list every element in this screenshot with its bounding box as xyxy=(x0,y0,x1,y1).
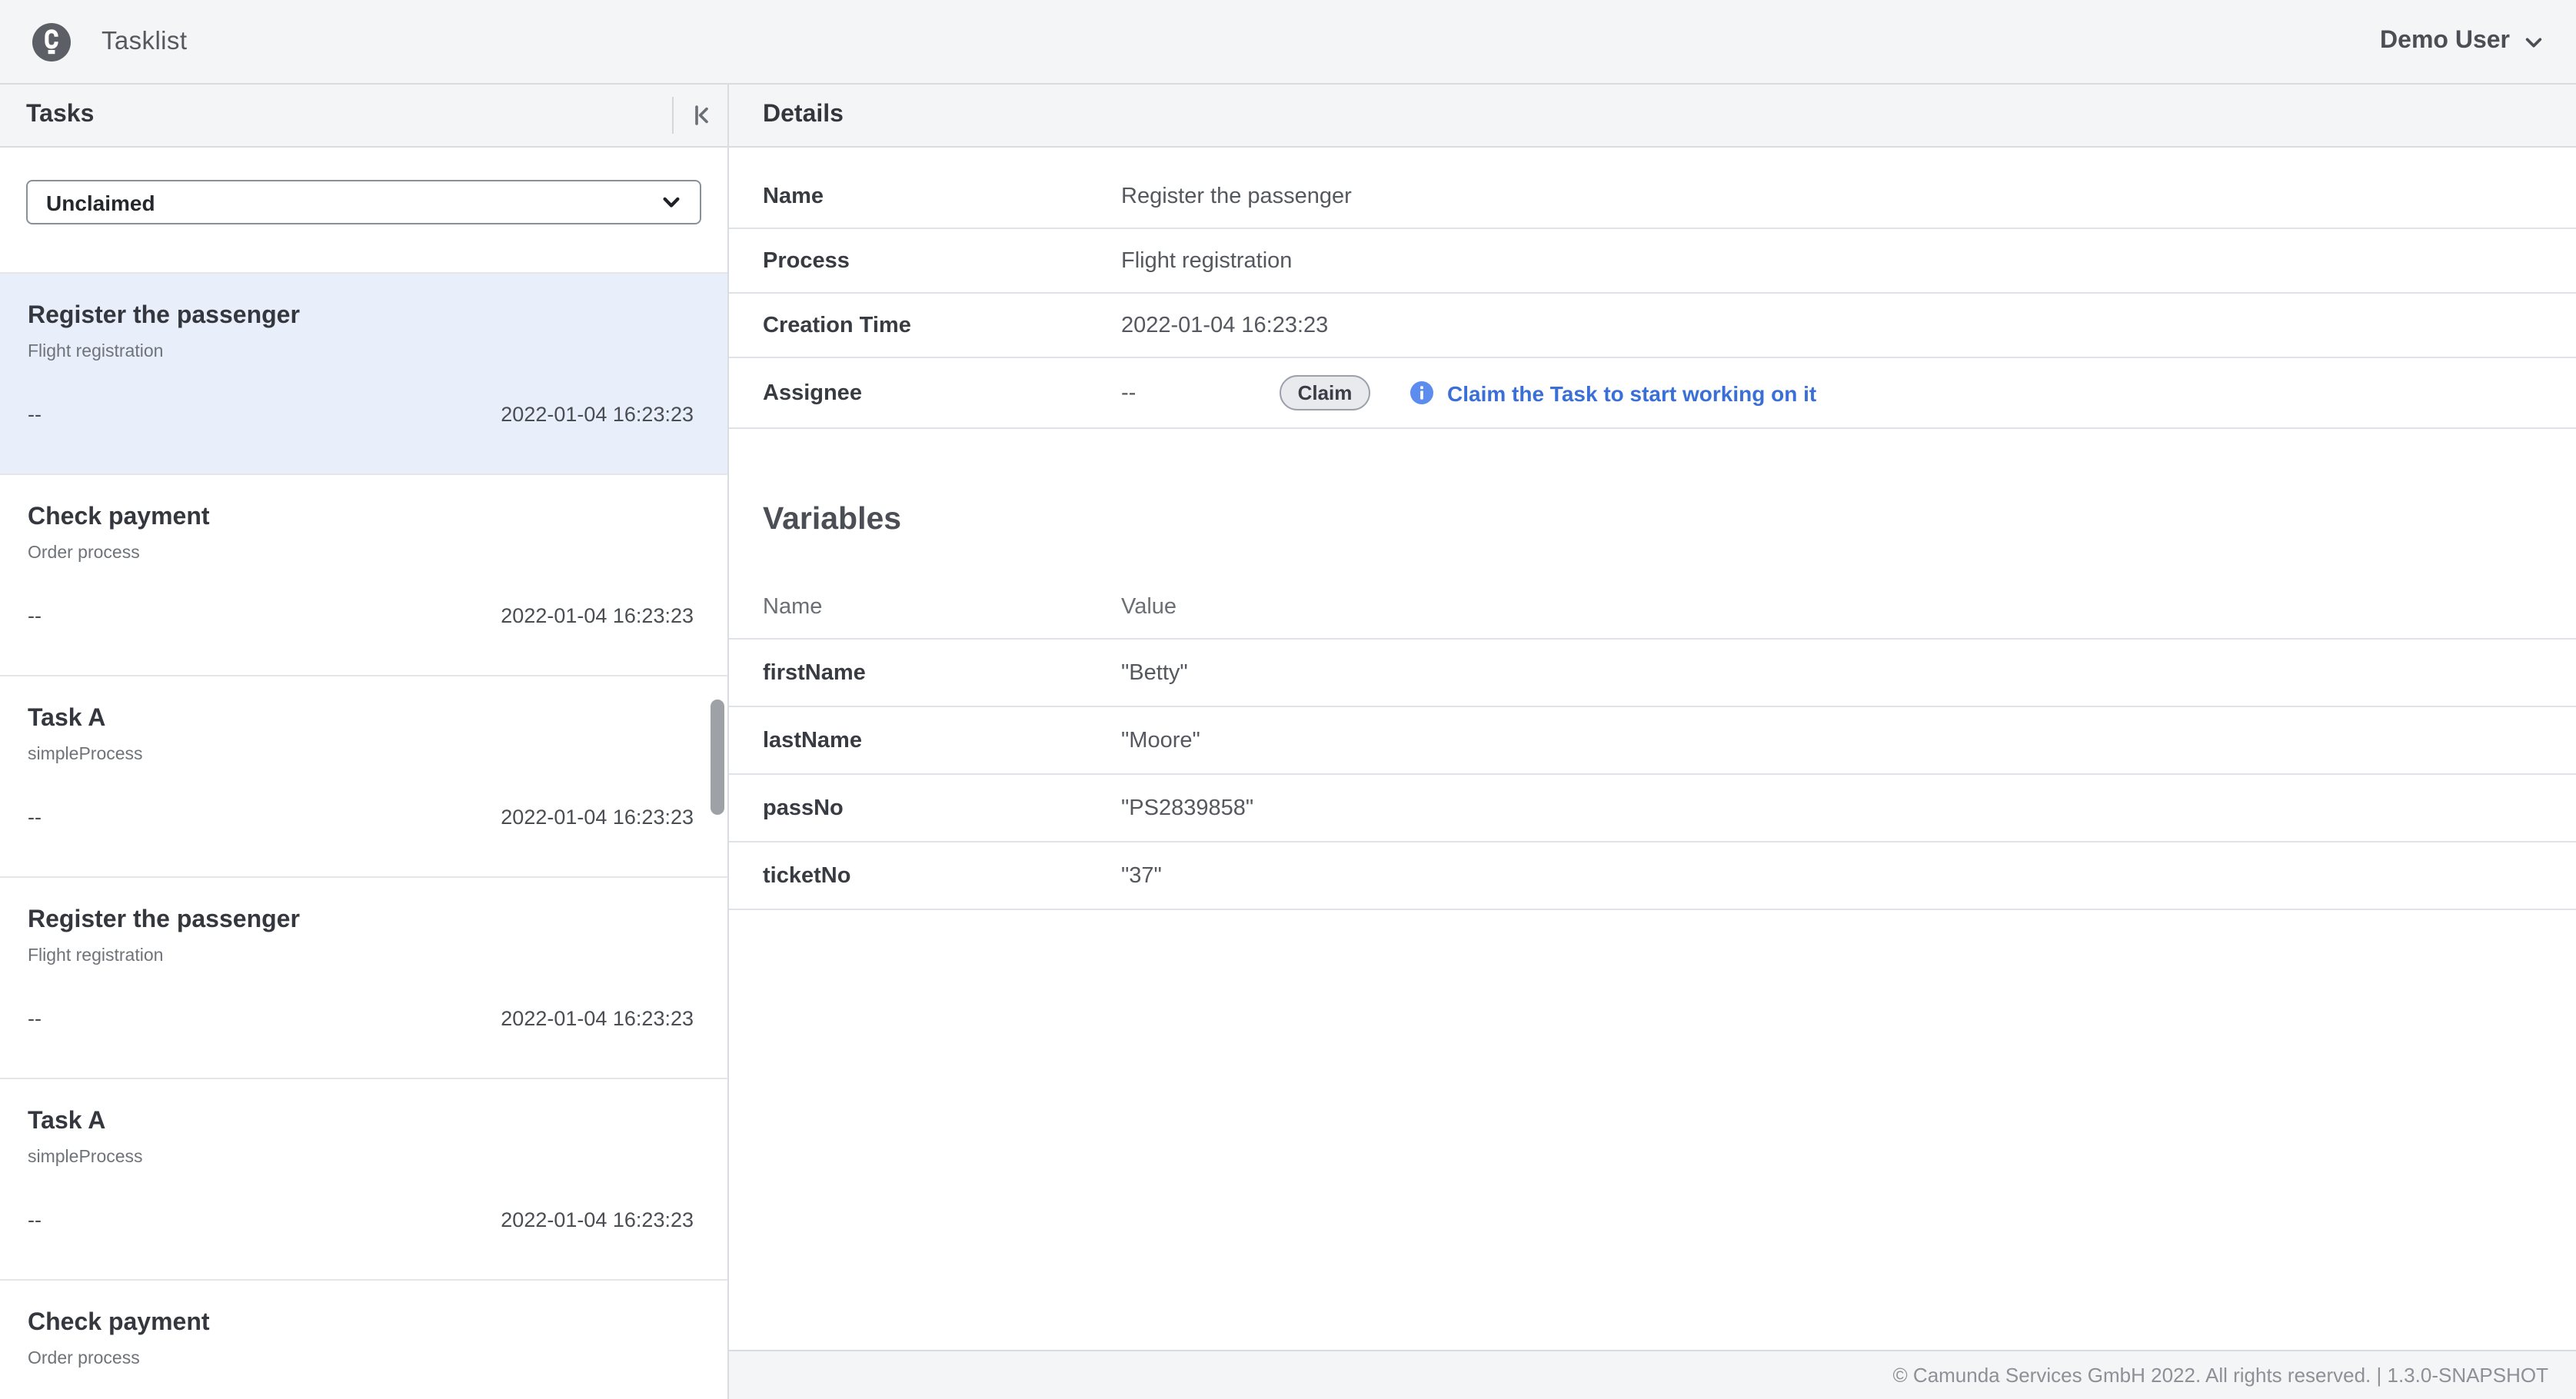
variable-name: passNo xyxy=(763,796,1121,820)
variables-title: Variables xyxy=(763,500,2576,540)
task-assignee: -- xyxy=(28,806,42,829)
task-list-item[interactable]: Task A simpleProcess -- 2022-01-04 16:23… xyxy=(0,1079,727,1281)
tasks-panel-title: Tasks xyxy=(0,101,672,129)
variable-value: "PS2839858" xyxy=(1121,796,1253,820)
task-title: Register the passenger xyxy=(28,906,694,936)
app-header: Tasklist Demo User xyxy=(0,0,2576,85)
field-label: Process xyxy=(763,248,1121,273)
collapse-left-icon xyxy=(688,103,713,128)
filter-select[interactable]: Unclaimed xyxy=(26,180,701,224)
filter-selected-value: Unclaimed xyxy=(46,190,661,214)
variable-name: firstName xyxy=(763,660,1121,685)
variable-name: lastName xyxy=(763,728,1121,753)
task-list-item[interactable]: Check payment Order process xyxy=(0,1281,727,1399)
details-panel-header: Details xyxy=(729,85,2576,148)
claim-hint[interactable]: Claim the Task to start working on it xyxy=(1410,380,1816,405)
task-filter-area: Unclaimed xyxy=(0,148,727,272)
tasks-panel: Tasks Unclaimed xyxy=(0,85,729,1399)
variable-value: "Moore" xyxy=(1121,728,1200,753)
task-list-item[interactable]: Register the passenger Flight registrati… xyxy=(0,878,727,1079)
camunda-logo-icon xyxy=(32,22,71,61)
task-process: Flight registration xyxy=(28,341,694,363)
task-process: Order process xyxy=(28,543,694,564)
task-list: Register the passenger Flight registrati… xyxy=(0,272,727,1399)
task-title: Register the passenger xyxy=(28,301,694,332)
column-header-value: Value xyxy=(1121,595,1177,620)
detail-row-name: Name Register the passenger xyxy=(729,164,2576,229)
variable-value: "37" xyxy=(1121,863,1162,888)
task-title: Task A xyxy=(28,704,694,735)
task-list-item[interactable]: Task A simpleProcess -- 2022-01-04 16:23… xyxy=(0,676,727,878)
tasks-scrollbar-thumb[interactable] xyxy=(711,700,724,815)
detail-row-creation-time: Creation Time 2022-01-04 16:23:23 xyxy=(729,294,2576,358)
detail-row-process: Process Flight registration xyxy=(729,229,2576,294)
task-assignee: -- xyxy=(28,1007,42,1030)
detail-row-assignee: Assignee -- Claim Claim the xyxy=(729,358,2576,429)
task-creation-time: 2022-01-04 16:23:23 xyxy=(501,806,694,829)
variables-table: Name Value firstName "Betty" lastName "M… xyxy=(729,577,2576,910)
details-panel: Details Name Register the passenger Proc… xyxy=(729,85,2576,1399)
claim-button[interactable]: Claim xyxy=(1280,375,1370,410)
task-creation-time: 2022-01-04 16:23:23 xyxy=(501,1208,694,1231)
info-icon xyxy=(1410,381,1433,404)
task-meta: -- 2022-01-04 16:23:23 xyxy=(28,403,694,426)
variable-value: "Betty" xyxy=(1121,660,1188,685)
task-creation-time: 2022-01-04 16:23:23 xyxy=(501,604,694,627)
field-value: Register the passenger xyxy=(1121,184,1352,208)
details-panel-title: Details xyxy=(763,101,2576,129)
task-process: simpleProcess xyxy=(28,744,694,766)
field-value: Flight registration xyxy=(1121,248,1292,273)
main-area: Tasks Unclaimed xyxy=(0,85,2576,1399)
field-value: -- xyxy=(1121,380,1280,405)
user-name: Demo User xyxy=(2380,28,2510,55)
claim-hint-text: Claim the Task to start working on it xyxy=(1447,380,1816,405)
task-assignee: -- xyxy=(28,604,42,627)
footer: © Camunda Services GmbH 2022. All rights… xyxy=(729,1350,2576,1399)
task-process: Order process xyxy=(28,1348,694,1370)
app-title: Tasklist xyxy=(102,27,187,56)
field-label: Creation Time xyxy=(763,313,1121,337)
task-process: simpleProcess xyxy=(28,1147,694,1168)
task-list-item[interactable]: Check payment Order process -- 2022-01-0… xyxy=(0,475,727,676)
variable-row: passNo "PS2839858" xyxy=(729,775,2576,842)
field-label: Assignee xyxy=(763,380,1121,405)
tasks-panel-header: Tasks xyxy=(0,85,727,148)
app-window: Tasklist Demo User Tasks xyxy=(0,0,2576,1399)
task-process: Flight registration xyxy=(28,945,694,967)
task-meta: -- 2022-01-04 16:23:23 xyxy=(28,1007,694,1030)
chevron-down-icon xyxy=(661,192,681,212)
task-title: Task A xyxy=(28,1107,694,1138)
variable-name: ticketNo xyxy=(763,863,1121,888)
details-content: Name Register the passenger Process Flig… xyxy=(729,148,2576,1350)
task-meta: -- 2022-01-04 16:23:23 xyxy=(28,1208,694,1231)
task-assignee: -- xyxy=(28,1208,42,1231)
chevron-down-icon xyxy=(2524,32,2544,52)
task-meta: -- 2022-01-04 16:23:23 xyxy=(28,604,694,627)
field-value: 2022-01-04 16:23:23 xyxy=(1121,313,1328,337)
user-menu[interactable]: Demo User xyxy=(2380,28,2544,55)
task-creation-time: 2022-01-04 16:23:23 xyxy=(501,1007,694,1030)
task-title: Check payment xyxy=(28,503,694,533)
variable-row: lastName "Moore" xyxy=(729,707,2576,775)
details-fields: Name Register the passenger Process Flig… xyxy=(729,164,2576,429)
task-creation-time: 2022-01-04 16:23:23 xyxy=(501,403,694,426)
column-header-name: Name xyxy=(763,595,1121,620)
footer-copyright: © Camunda Services GmbH 2022. All rights… xyxy=(1893,1364,2548,1387)
variable-row: ticketNo "37" xyxy=(729,842,2576,910)
collapse-panel-button[interactable] xyxy=(674,85,727,146)
task-assignee: -- xyxy=(28,403,42,426)
task-title: Check payment xyxy=(28,1308,694,1339)
task-list-item[interactable]: Register the passenger Flight registrati… xyxy=(0,274,727,475)
variable-row: firstName "Betty" xyxy=(729,640,2576,707)
field-label: Name xyxy=(763,184,1121,208)
task-meta: -- 2022-01-04 16:23:23 xyxy=(28,806,694,829)
variables-table-header: Name Value xyxy=(729,577,2576,640)
